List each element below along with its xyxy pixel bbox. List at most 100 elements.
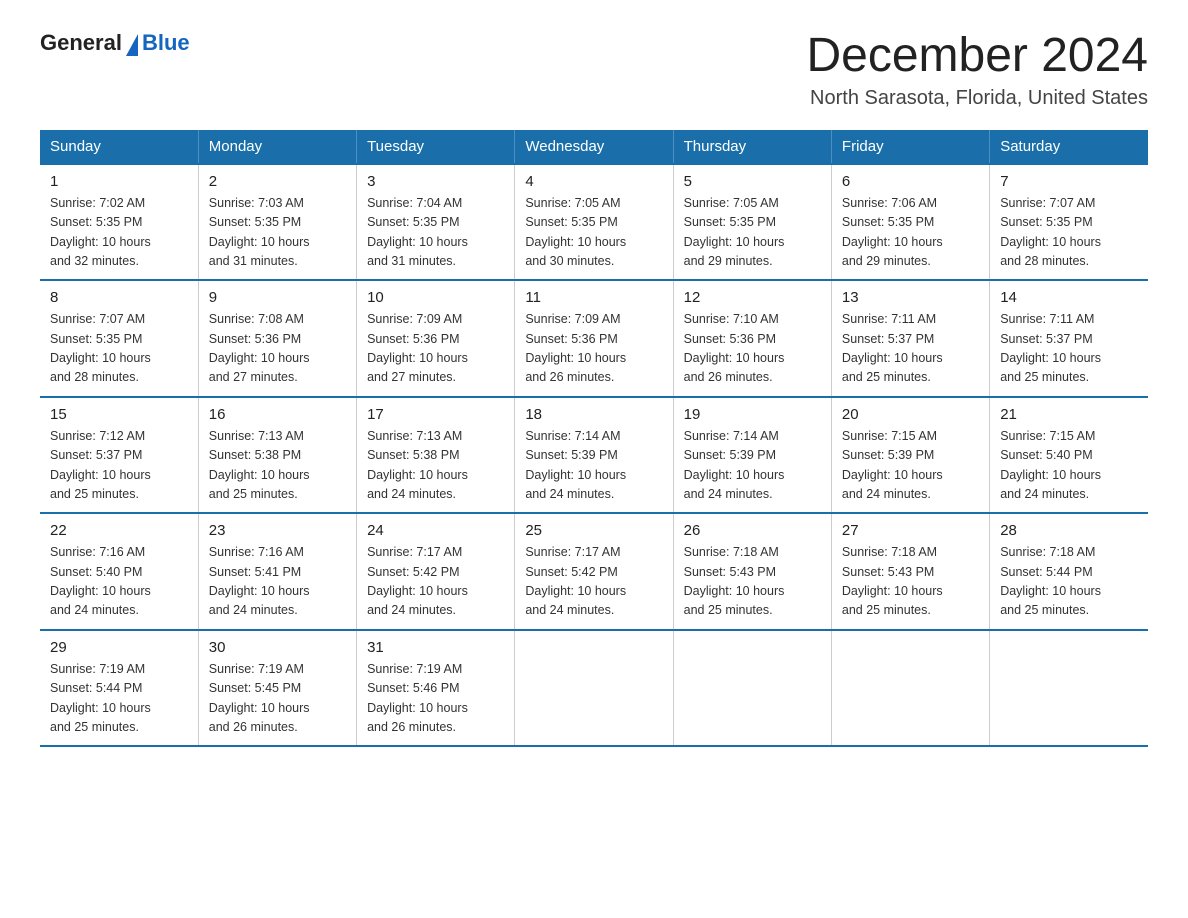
calendar-week-row: 8 Sunrise: 7:07 AM Sunset: 5:35 PM Dayli… [40, 280, 1148, 397]
day-number: 15 [50, 406, 188, 423]
day-info: Sunrise: 7:13 AM Sunset: 5:38 PM Dayligh… [367, 427, 504, 505]
day-number: 16 [209, 406, 346, 423]
calendar-week-row: 15 Sunrise: 7:12 AM Sunset: 5:37 PM Dayl… [40, 397, 1148, 514]
day-info: Sunrise: 7:16 AM Sunset: 5:40 PM Dayligh… [50, 543, 188, 621]
calendar-cell [515, 630, 673, 747]
weekday-header-thursday: Thursday [673, 130, 831, 164]
day-info: Sunrise: 7:07 AM Sunset: 5:35 PM Dayligh… [50, 310, 188, 388]
day-number: 30 [209, 639, 346, 656]
day-number: 24 [367, 522, 504, 539]
logo-text-blue: Blue [142, 30, 190, 56]
day-info: Sunrise: 7:02 AM Sunset: 5:35 PM Dayligh… [50, 194, 188, 272]
day-number: 21 [1000, 406, 1138, 423]
calendar-cell: 30 Sunrise: 7:19 AM Sunset: 5:45 PM Dayl… [198, 630, 356, 747]
day-number: 28 [1000, 522, 1138, 539]
day-info: Sunrise: 7:17 AM Sunset: 5:42 PM Dayligh… [367, 543, 504, 621]
day-info: Sunrise: 7:06 AM Sunset: 5:35 PM Dayligh… [842, 194, 979, 272]
calendar-cell [673, 630, 831, 747]
day-info: Sunrise: 7:03 AM Sunset: 5:35 PM Dayligh… [209, 194, 346, 272]
weekday-header-friday: Friday [831, 130, 989, 164]
weekday-header-saturday: Saturday [990, 130, 1148, 164]
calendar-cell: 26 Sunrise: 7:18 AM Sunset: 5:43 PM Dayl… [673, 513, 831, 630]
calendar-cell: 27 Sunrise: 7:18 AM Sunset: 5:43 PM Dayl… [831, 513, 989, 630]
logo-triangle-icon [126, 34, 138, 56]
day-number: 12 [684, 289, 821, 306]
calendar-cell: 12 Sunrise: 7:10 AM Sunset: 5:36 PM Dayl… [673, 280, 831, 397]
calendar-cell: 24 Sunrise: 7:17 AM Sunset: 5:42 PM Dayl… [357, 513, 515, 630]
day-number: 14 [1000, 289, 1138, 306]
calendar-cell: 4 Sunrise: 7:05 AM Sunset: 5:35 PM Dayli… [515, 164, 673, 281]
calendar-subtitle: North Sarasota, Florida, United States [806, 87, 1148, 110]
calendar-cell: 18 Sunrise: 7:14 AM Sunset: 5:39 PM Dayl… [515, 397, 673, 514]
calendar-cell: 9 Sunrise: 7:08 AM Sunset: 5:36 PM Dayli… [198, 280, 356, 397]
calendar-week-row: 22 Sunrise: 7:16 AM Sunset: 5:40 PM Dayl… [40, 513, 1148, 630]
day-number: 3 [367, 173, 504, 190]
day-number: 20 [842, 406, 979, 423]
day-number: 2 [209, 173, 346, 190]
day-info: Sunrise: 7:13 AM Sunset: 5:38 PM Dayligh… [209, 427, 346, 505]
day-number: 1 [50, 173, 188, 190]
day-info: Sunrise: 7:18 AM Sunset: 5:44 PM Dayligh… [1000, 543, 1138, 621]
calendar-cell: 17 Sunrise: 7:13 AM Sunset: 5:38 PM Dayl… [357, 397, 515, 514]
day-number: 25 [525, 522, 662, 539]
calendar-cell: 15 Sunrise: 7:12 AM Sunset: 5:37 PM Dayl… [40, 397, 198, 514]
calendar-cell: 21 Sunrise: 7:15 AM Sunset: 5:40 PM Dayl… [990, 397, 1148, 514]
day-number: 22 [50, 522, 188, 539]
calendar-cell: 10 Sunrise: 7:09 AM Sunset: 5:36 PM Dayl… [357, 280, 515, 397]
day-info: Sunrise: 7:09 AM Sunset: 5:36 PM Dayligh… [367, 310, 504, 388]
title-area: December 2024 North Sarasota, Florida, U… [806, 30, 1148, 110]
day-number: 7 [1000, 173, 1138, 190]
day-number: 4 [525, 173, 662, 190]
day-number: 11 [525, 289, 662, 306]
day-info: Sunrise: 7:11 AM Sunset: 5:37 PM Dayligh… [1000, 310, 1138, 388]
day-info: Sunrise: 7:04 AM Sunset: 5:35 PM Dayligh… [367, 194, 504, 272]
day-info: Sunrise: 7:17 AM Sunset: 5:42 PM Dayligh… [525, 543, 662, 621]
calendar-cell: 7 Sunrise: 7:07 AM Sunset: 5:35 PM Dayli… [990, 164, 1148, 281]
calendar-cell: 8 Sunrise: 7:07 AM Sunset: 5:35 PM Dayli… [40, 280, 198, 397]
calendar-cell: 2 Sunrise: 7:03 AM Sunset: 5:35 PM Dayli… [198, 164, 356, 281]
day-info: Sunrise: 7:14 AM Sunset: 5:39 PM Dayligh… [525, 427, 662, 505]
calendar-table: SundayMondayTuesdayWednesdayThursdayFrid… [40, 130, 1148, 748]
day-number: 8 [50, 289, 188, 306]
day-number: 19 [684, 406, 821, 423]
weekday-header-row: SundayMondayTuesdayWednesdayThursdayFrid… [40, 130, 1148, 164]
day-info: Sunrise: 7:09 AM Sunset: 5:36 PM Dayligh… [525, 310, 662, 388]
calendar-cell: 6 Sunrise: 7:06 AM Sunset: 5:35 PM Dayli… [831, 164, 989, 281]
day-number: 10 [367, 289, 504, 306]
calendar-cell [831, 630, 989, 747]
calendar-cell: 23 Sunrise: 7:16 AM Sunset: 5:41 PM Dayl… [198, 513, 356, 630]
weekday-header-monday: Monday [198, 130, 356, 164]
day-info: Sunrise: 7:05 AM Sunset: 5:35 PM Dayligh… [684, 194, 821, 272]
calendar-cell [990, 630, 1148, 747]
day-info: Sunrise: 7:07 AM Sunset: 5:35 PM Dayligh… [1000, 194, 1138, 272]
page-header: General Blue December 2024 North Sarasot… [40, 30, 1148, 110]
calendar-cell: 22 Sunrise: 7:16 AM Sunset: 5:40 PM Dayl… [40, 513, 198, 630]
day-number: 23 [209, 522, 346, 539]
day-info: Sunrise: 7:05 AM Sunset: 5:35 PM Dayligh… [525, 194, 662, 272]
day-number: 27 [842, 522, 979, 539]
day-info: Sunrise: 7:16 AM Sunset: 5:41 PM Dayligh… [209, 543, 346, 621]
calendar-cell: 29 Sunrise: 7:19 AM Sunset: 5:44 PM Dayl… [40, 630, 198, 747]
calendar-cell: 19 Sunrise: 7:14 AM Sunset: 5:39 PM Dayl… [673, 397, 831, 514]
calendar-cell: 25 Sunrise: 7:17 AM Sunset: 5:42 PM Dayl… [515, 513, 673, 630]
day-info: Sunrise: 7:08 AM Sunset: 5:36 PM Dayligh… [209, 310, 346, 388]
day-info: Sunrise: 7:11 AM Sunset: 5:37 PM Dayligh… [842, 310, 979, 388]
calendar-cell: 14 Sunrise: 7:11 AM Sunset: 5:37 PM Dayl… [990, 280, 1148, 397]
calendar-cell: 31 Sunrise: 7:19 AM Sunset: 5:46 PM Dayl… [357, 630, 515, 747]
day-info: Sunrise: 7:19 AM Sunset: 5:44 PM Dayligh… [50, 660, 188, 738]
day-info: Sunrise: 7:10 AM Sunset: 5:36 PM Dayligh… [684, 310, 821, 388]
day-info: Sunrise: 7:14 AM Sunset: 5:39 PM Dayligh… [684, 427, 821, 505]
day-number: 29 [50, 639, 188, 656]
calendar-cell: 5 Sunrise: 7:05 AM Sunset: 5:35 PM Dayli… [673, 164, 831, 281]
calendar-body: 1 Sunrise: 7:02 AM Sunset: 5:35 PM Dayli… [40, 164, 1148, 747]
day-info: Sunrise: 7:18 AM Sunset: 5:43 PM Dayligh… [842, 543, 979, 621]
calendar-title: December 2024 [806, 30, 1148, 83]
day-info: Sunrise: 7:19 AM Sunset: 5:45 PM Dayligh… [209, 660, 346, 738]
day-number: 31 [367, 639, 504, 656]
logo-text-general: General [40, 30, 122, 56]
day-info: Sunrise: 7:15 AM Sunset: 5:39 PM Dayligh… [842, 427, 979, 505]
calendar-cell: 20 Sunrise: 7:15 AM Sunset: 5:39 PM Dayl… [831, 397, 989, 514]
day-number: 6 [842, 173, 979, 190]
logo: General Blue [40, 30, 190, 56]
day-number: 18 [525, 406, 662, 423]
